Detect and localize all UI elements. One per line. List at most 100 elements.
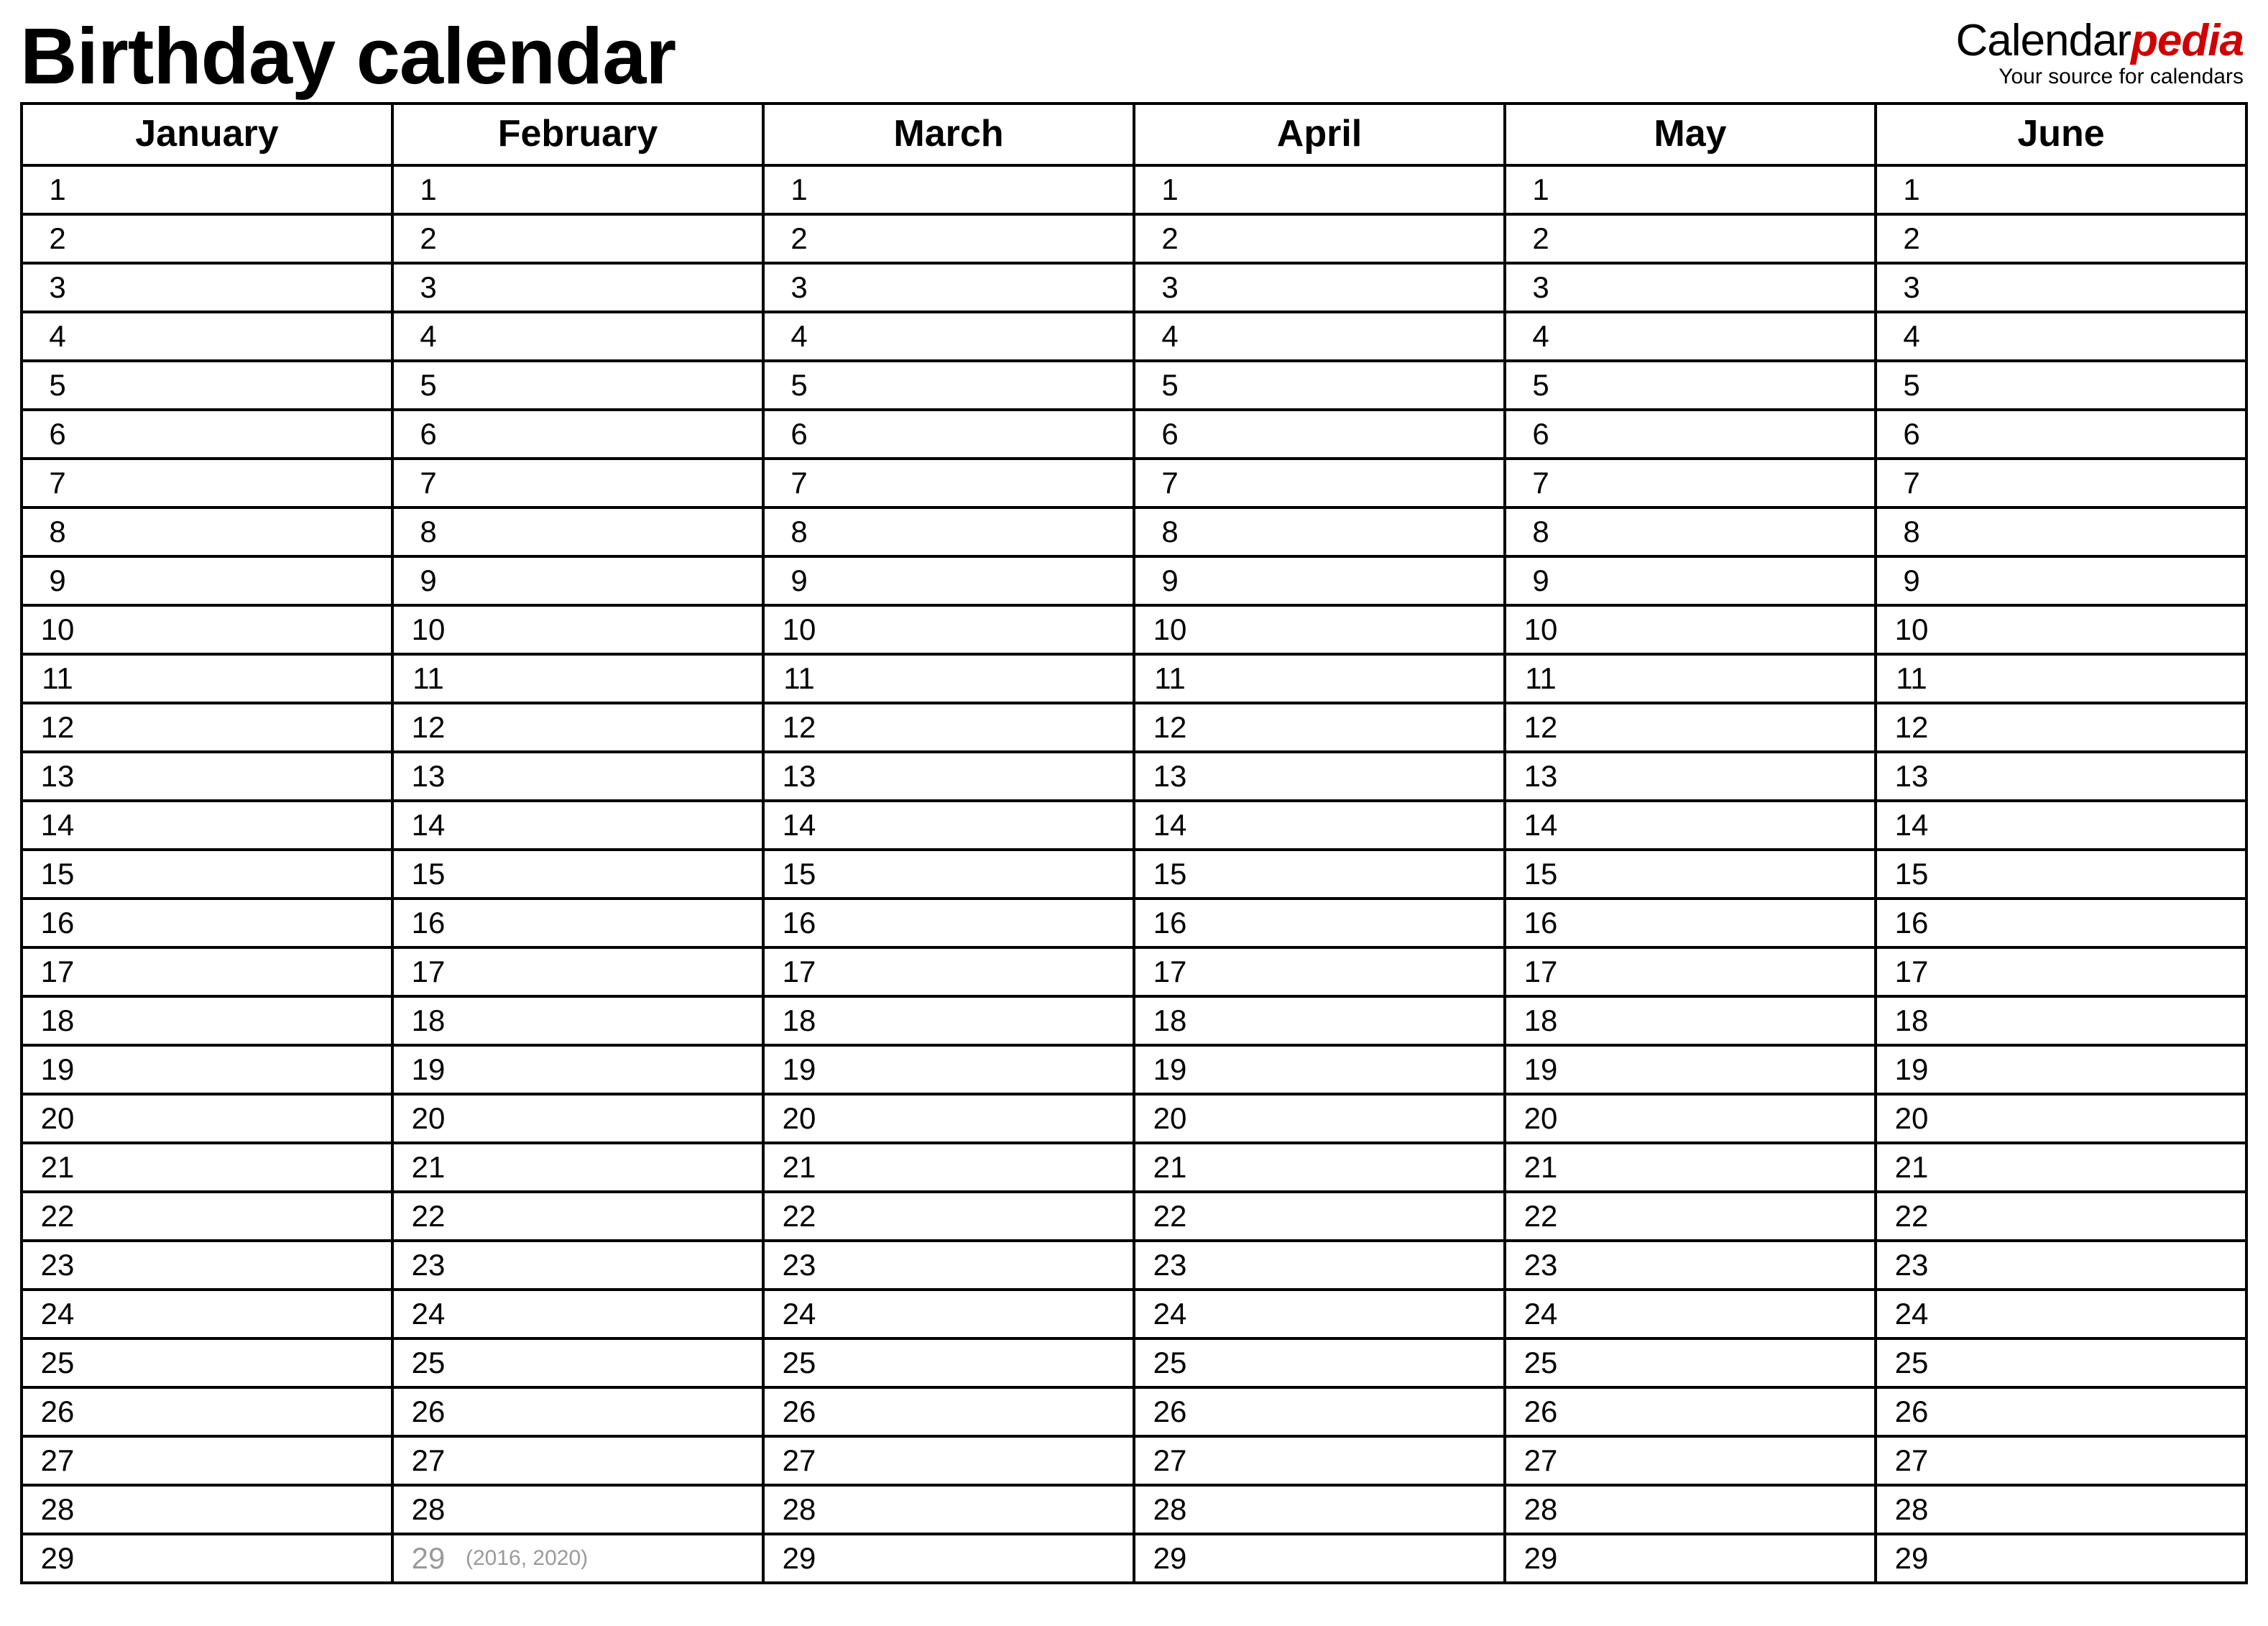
day-number: 15 [37, 857, 78, 891]
day-number: 9 [1521, 564, 1561, 598]
day-cell-inner: 9 [23, 558, 391, 604]
day-cell-inner: 9 [394, 558, 762, 604]
day-number: 1 [779, 173, 819, 207]
day-cell-inner: 24 [765, 1291, 1133, 1337]
day-cell: 14 [392, 801, 763, 850]
day-cell: 21 [1505, 1143, 1876, 1192]
day-cell-inner: 19 [23, 1047, 391, 1093]
day-number: 9 [1891, 564, 1932, 598]
day-number: 6 [779, 417, 819, 451]
day-number: 7 [779, 466, 819, 500]
day-cell-inner: 20 [394, 1096, 762, 1142]
day-cell-inner: 7 [394, 460, 762, 506]
day-cell: 3 [763, 263, 1134, 312]
day-cell-inner: 13 [1877, 753, 2245, 799]
day-cell-inner: 6 [1877, 411, 2245, 457]
day-cell: 27 [763, 1436, 1134, 1485]
day-cell-inner: 27 [1135, 1438, 1503, 1484]
day-cell: 15 [763, 850, 1134, 899]
table-row: 777777 [22, 459, 2246, 507]
day-cell-inner: 2 [394, 216, 762, 262]
day-cell: 28 [22, 1485, 392, 1534]
day-number: 20 [37, 1101, 78, 1136]
day-cell: 9 [1134, 556, 1505, 605]
day-cell: 27 [1505, 1436, 1876, 1485]
day-cell-inner: 1 [1877, 167, 2245, 213]
day-cell: 5 [22, 361, 392, 410]
day-cell: 23 [392, 1241, 763, 1290]
day-cell-inner: 17 [1506, 949, 1874, 995]
day-cell-inner: 4 [1506, 313, 1874, 359]
day-number: 26 [779, 1395, 819, 1429]
day-cell-inner: 1 [1506, 167, 1874, 213]
table-row: 171717171717 [22, 947, 2246, 996]
day-number: 26 [1150, 1395, 1190, 1429]
day-cell: 26 [1876, 1387, 2246, 1436]
day-cell-inner: 11 [765, 656, 1133, 702]
day-cell: 4 [22, 312, 392, 361]
day-number: 7 [408, 466, 448, 500]
brand-block: Calendarpedia Your source for calendars [1955, 14, 2248, 89]
brand-name: Calendarpedia [1955, 19, 2244, 63]
day-number: 15 [1521, 857, 1561, 891]
day-cell-inner: 11 [23, 656, 391, 702]
table-row: 444444 [22, 312, 2246, 361]
day-number: 7 [37, 466, 78, 500]
day-cell: 25 [763, 1338, 1134, 1387]
table-row: 2929(2016, 2020)29292929 [22, 1534, 2246, 1583]
day-number: 12 [779, 710, 819, 745]
day-cell-inner: 8 [765, 509, 1133, 555]
day-cell: 28 [1134, 1485, 1505, 1534]
day-cell: 12 [763, 703, 1134, 752]
day-cell-inner: 28 [1506, 1487, 1874, 1533]
day-cell-inner: 4 [394, 313, 762, 359]
day-number: 21 [37, 1150, 78, 1185]
day-cell-inner: 18 [1135, 998, 1503, 1044]
day-number: 9 [779, 564, 819, 598]
day-number: 10 [408, 612, 448, 647]
day-cell: 15 [1505, 850, 1876, 899]
day-cell: 27 [1134, 1436, 1505, 1485]
day-cell: 12 [1876, 703, 2246, 752]
table-row: 151515151515 [22, 850, 2246, 899]
day-number: 2 [1150, 221, 1190, 256]
day-number: 3 [779, 270, 819, 305]
day-number: 20 [408, 1101, 448, 1136]
day-cell: 11 [22, 654, 392, 703]
day-cell-inner: 24 [394, 1291, 762, 1337]
day-cell-inner: 16 [394, 900, 762, 946]
day-cell: 27 [22, 1436, 392, 1485]
day-number: 5 [1150, 368, 1190, 403]
day-cell: 7 [763, 459, 1134, 507]
page-title: Birthday calendar [20, 14, 676, 96]
day-number: 22 [1891, 1199, 1932, 1234]
day-cell-inner: 25 [394, 1340, 762, 1386]
day-cell: 14 [1876, 801, 2246, 850]
day-number: 16 [779, 906, 819, 940]
day-cell: 10 [1505, 605, 1876, 654]
day-number: 13 [1891, 759, 1932, 794]
day-number: 11 [1150, 661, 1190, 696]
day-cell: 14 [22, 801, 392, 850]
day-number: 27 [779, 1443, 819, 1478]
day-number: 4 [779, 319, 819, 354]
day-cell-inner: 1 [394, 167, 762, 213]
day-number: 10 [1891, 612, 1932, 647]
day-cell-inner: 1 [1135, 167, 1503, 213]
day-cell-inner: 17 [394, 949, 762, 995]
day-cell: 3 [392, 263, 763, 312]
day-cell: 6 [1134, 410, 1505, 459]
day-cell: 17 [392, 947, 763, 996]
day-cell: 16 [1134, 899, 1505, 947]
day-cell: 11 [1134, 654, 1505, 703]
day-number: 12 [1891, 710, 1932, 745]
day-cell-inner: 17 [765, 949, 1133, 995]
day-number: 21 [1150, 1150, 1190, 1185]
day-cell: 5 [1505, 361, 1876, 410]
day-number: 2 [37, 221, 78, 256]
day-cell: 18 [1134, 996, 1505, 1045]
day-cell-inner: 25 [765, 1340, 1133, 1386]
day-cell: 19 [1876, 1045, 2246, 1094]
day-number: 8 [1891, 515, 1932, 549]
day-cell-inner: 20 [1877, 1096, 2245, 1142]
